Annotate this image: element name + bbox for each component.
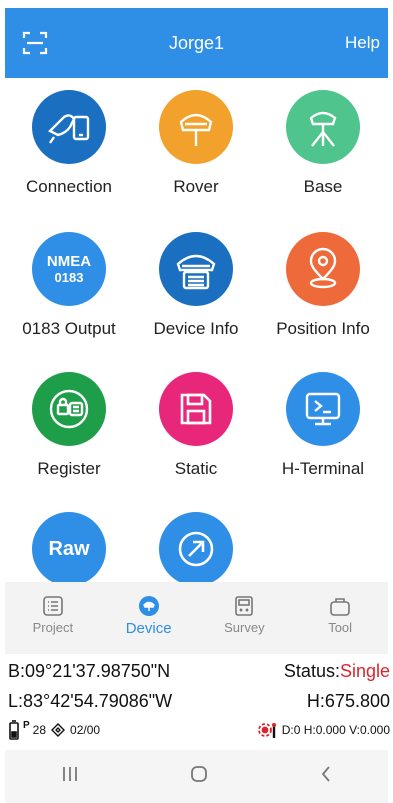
tool-bag-icon bbox=[330, 598, 350, 616]
survey-icon bbox=[235, 596, 254, 616]
raw-tile[interactable]: Raw bbox=[4, 512, 134, 586]
system-nav-bar bbox=[5, 750, 388, 803]
recent-apps-button[interactable] bbox=[60, 765, 80, 788]
link-icon bbox=[51, 723, 66, 737]
position-info-tile[interactable]: Position Info bbox=[258, 232, 388, 339]
latitude-value: B:09°21'37.98750"N bbox=[8, 660, 171, 681]
satellite-info-row: P 28 02/00 D:0 H:0.000 V:0.000 bbox=[8, 720, 390, 740]
connection-icon bbox=[32, 90, 106, 164]
tile-label: Static bbox=[174, 459, 218, 478]
precision-values: D:0 H:0.000 V:0.000 bbox=[281, 723, 390, 737]
recent-apps-icon bbox=[62, 767, 77, 781]
base-tile[interactable]: Base bbox=[258, 90, 388, 197]
connection-tile[interactable]: Connection bbox=[4, 90, 134, 197]
nmea-output-tile[interactable]: NMEA 0183 0183 Output bbox=[4, 232, 134, 339]
tile-label: Rover bbox=[173, 177, 219, 196]
tile-label: Base bbox=[303, 177, 343, 196]
nav-label: Device bbox=[125, 620, 172, 637]
help-link[interactable]: Help bbox=[345, 33, 380, 53]
sat-prefix: P bbox=[23, 720, 30, 731]
tile-label: Position Info bbox=[276, 319, 370, 338]
status-value: Single bbox=[339, 660, 390, 681]
app-header: Jorge1 Help bbox=[5, 8, 388, 78]
device-info-tile[interactable]: Device Info bbox=[131, 232, 261, 339]
scan-button[interactable] bbox=[5, 8, 65, 78]
nav-label: Tool bbox=[328, 620, 353, 635]
bottom-nav: Project Device Survey Tool bbox=[5, 582, 388, 654]
device-icon bbox=[138, 596, 159, 616]
nav-tool[interactable]: Tool bbox=[300, 595, 380, 635]
nav-device[interactable]: Device bbox=[109, 595, 189, 637]
location-pin-icon bbox=[286, 232, 360, 306]
scan-icon bbox=[22, 31, 48, 55]
h-terminal-tile[interactable]: H-Terminal bbox=[258, 372, 388, 479]
back-button[interactable] bbox=[318, 764, 334, 789]
tile-label: 0183 Output bbox=[22, 319, 116, 338]
device-info-icon bbox=[159, 232, 233, 306]
base-tripod-icon bbox=[286, 90, 360, 164]
raw-icon: Raw bbox=[32, 512, 106, 586]
longitude-value: L:83°42'54.79086"W bbox=[8, 690, 173, 711]
register-tile[interactable]: Register bbox=[4, 372, 134, 479]
height-value: H:675.800 bbox=[306, 690, 390, 711]
record-icon bbox=[257, 723, 276, 738]
terminal-icon bbox=[286, 372, 360, 446]
tile-label: H-Terminal bbox=[281, 459, 365, 478]
arrow-circle-icon bbox=[159, 512, 233, 586]
register-icon bbox=[32, 372, 106, 446]
home-button[interactable] bbox=[189, 764, 209, 789]
arrow-tile[interactable] bbox=[131, 512, 261, 586]
nav-label: Project bbox=[32, 620, 74, 635]
battery-icon bbox=[9, 720, 19, 740]
nav-label: Survey bbox=[224, 620, 265, 635]
nav-project[interactable]: Project bbox=[13, 595, 93, 635]
nav-survey[interactable]: Survey bbox=[204, 595, 284, 635]
project-list-icon bbox=[43, 596, 63, 616]
tile-label: Device Info bbox=[153, 319, 239, 338]
rover-receiver-icon bbox=[159, 90, 233, 164]
static-tile[interactable]: Static bbox=[131, 372, 261, 479]
nmea-icon: NMEA 0183 bbox=[32, 232, 106, 306]
link-status: 02/00 bbox=[70, 723, 101, 737]
status-panel: B:09°21'37.98750"N Status:Single L:83°42… bbox=[8, 656, 390, 716]
back-icon bbox=[321, 766, 330, 782]
home-icon bbox=[190, 766, 207, 782]
save-disk-icon bbox=[159, 372, 233, 446]
satellite-count: 28 bbox=[32, 723, 47, 737]
rover-tile[interactable]: Rover bbox=[131, 90, 261, 197]
tile-label: Register bbox=[37, 459, 101, 478]
tile-label: Connection bbox=[25, 177, 112, 196]
status-indicator: Status:Single bbox=[283, 660, 390, 681]
